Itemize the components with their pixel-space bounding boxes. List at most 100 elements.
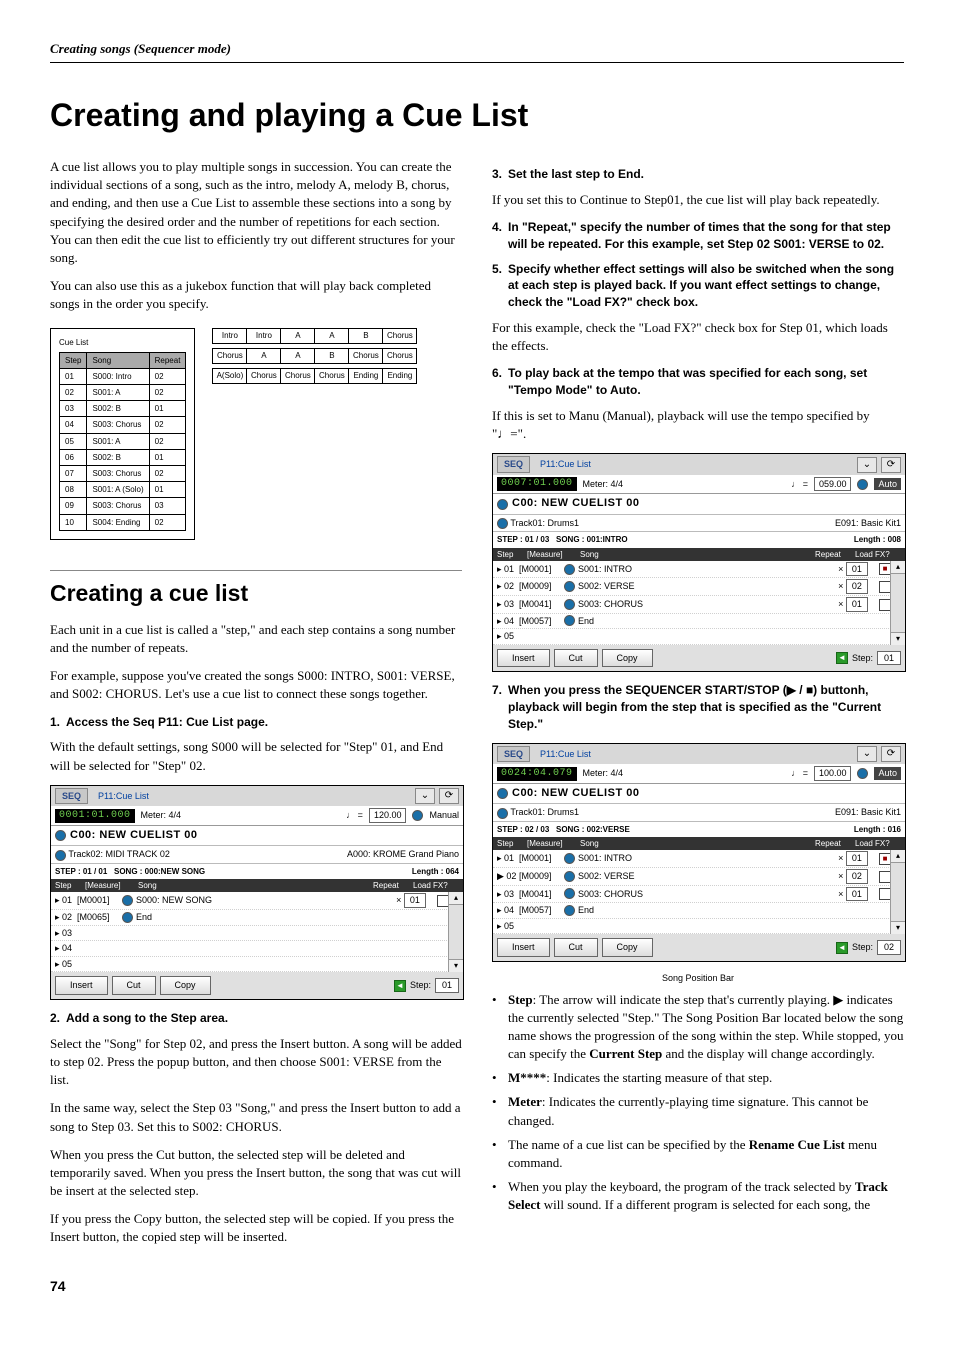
step-list[interactable]: ▸ 01[M0001]S000: NEW SONG× 01▸ 02[M0065]… [51, 892, 463, 972]
popup-icon[interactable] [497, 788, 508, 799]
menu-icon[interactable]: ⟳ [881, 746, 901, 762]
step-row[interactable]: ▸ 03[M0041]S003: CHORUS× 01 [493, 886, 905, 904]
step-row[interactable]: ▸ 02[M0009]S002: VERSE× 02 [493, 578, 905, 596]
popup-icon[interactable] [55, 830, 66, 841]
track-select[interactable]: Track02: MIDI TRACK 02 [68, 849, 170, 859]
step-2: 2.Add a song to the Step area. [50, 1010, 462, 1027]
cut-button[interactable]: Cut [554, 938, 598, 957]
left-arrow-icon[interactable]: ◄ [836, 652, 848, 664]
position-counter: 0007:01.000 [497, 477, 577, 491]
insert-button[interactable]: Insert [497, 938, 550, 957]
screen-title: P11:Cue List [92, 789, 155, 804]
step-list[interactable]: ▸ 01[M0001]S001: INTRO× 01▶ 02[M0009]S00… [493, 850, 905, 934]
step-list[interactable]: ▸ 01[M0001]S001: INTRO× 01▸ 02[M0009]S00… [493, 561, 905, 645]
insert-button[interactable]: Insert [497, 649, 550, 668]
meter-label: Meter: 4/4 [583, 767, 624, 780]
seq-mode-button[interactable]: SEQ [55, 788, 88, 805]
program-name: E091: Basic Kit1 [835, 806, 901, 819]
tempo-note-icon: ♩ = [791, 767, 808, 780]
popup-icon[interactable] [122, 912, 133, 923]
popup-icon[interactable] [564, 615, 575, 626]
step-row[interactable]: ▸ 04 [51, 941, 463, 957]
step-row[interactable]: ▸ 01[M0001]S001: INTRO× 01 [493, 561, 905, 579]
header-running: Creating songs (Sequencer mode) [50, 40, 904, 63]
scrollbar[interactable]: ▴▾ [890, 850, 905, 934]
step-row[interactable]: ▸ 05 [493, 919, 905, 935]
popup-icon[interactable] [857, 768, 868, 779]
left-arrow-icon[interactable]: ◄ [394, 980, 406, 992]
bullet-track-select: •When you play the keyboard, the program… [492, 1178, 904, 1214]
menu-icon[interactable]: ⟳ [439, 788, 459, 804]
popup-icon[interactable] [564, 871, 575, 882]
left-arrow-icon[interactable]: ◄ [836, 942, 848, 954]
program-name: E091: Basic Kit1 [835, 517, 901, 530]
chevron-down-icon[interactable]: ⌄ [415, 788, 435, 804]
tempo-field[interactable]: 100.00 [814, 766, 852, 781]
tempo-field[interactable]: 120.00 [369, 808, 407, 823]
popup-icon[interactable] [564, 853, 575, 864]
step-list-header: Step [Measure] Song Repeat Load FX? [51, 879, 463, 892]
copy-button[interactable]: Copy [602, 649, 653, 668]
seq-mode-button[interactable]: SEQ [497, 746, 530, 763]
step-row[interactable]: ▸ 04[M0057]End [493, 614, 905, 630]
page-number: 74 [50, 1277, 904, 1297]
body-text: In the same way, select the Step 03 "Son… [50, 1099, 462, 1135]
step-row[interactable]: ▸ 02[M0065]End [51, 910, 463, 926]
popup-icon[interactable] [564, 599, 575, 610]
popup-icon[interactable] [412, 810, 423, 821]
popup-icon[interactable] [564, 564, 575, 575]
body-text: If this is set to Manu (Manual), playbac… [492, 407, 904, 443]
popup-icon[interactable] [857, 479, 868, 490]
current-step-field[interactable]: 02 [877, 940, 901, 955]
intro-text: You can also use this as a jukebox funct… [50, 277, 462, 313]
body-text: For example, suppose you've created the … [50, 667, 462, 703]
popup-icon[interactable] [564, 905, 575, 916]
popup-icon[interactable] [564, 581, 575, 592]
step-row[interactable]: ▶ 02[M0009]S002: VERSE× 02 [493, 868, 905, 886]
popup-icon[interactable] [497, 499, 508, 510]
position-counter: 0001:01.000 [55, 809, 135, 823]
step-4: 4.In "Repeat," specify the number of tim… [492, 219, 904, 253]
page-title: Creating and playing a Cue List [50, 93, 904, 138]
screenshot-cuelist-auto: SEQ P11:Cue List ⌄ ⟳ 0007:01.000 Meter: … [492, 453, 906, 672]
popup-icon[interactable] [55, 850, 66, 861]
insert-button[interactable]: Insert [55, 976, 108, 995]
bullet-meter: •Meter: Indicates the currently-playing … [492, 1093, 904, 1129]
step-list-header: Step [Measure] Song Repeat Load FX? [493, 548, 905, 561]
step-label: Step: [852, 652, 873, 665]
copy-button[interactable]: Copy [160, 976, 211, 995]
current-step-field[interactable]: 01 [877, 651, 901, 666]
step-row[interactable]: ▸ 05 [51, 957, 463, 973]
step-row[interactable]: ▸ 05 [493, 629, 905, 645]
scrollbar[interactable]: ▴▾ [448, 892, 463, 972]
step-row[interactable]: ▸ 03[M0041]S003: CHORUS× 01 [493, 596, 905, 614]
tempo-field[interactable]: 059.00 [814, 477, 852, 492]
step-row[interactable]: ▸ 01[M0001]S001: INTRO× 01 [493, 850, 905, 868]
seq-mode-button[interactable]: SEQ [497, 456, 530, 473]
popup-icon[interactable] [497, 518, 508, 529]
body-text: Select the "Song" for Step 02, and press… [50, 1035, 462, 1090]
cut-button[interactable]: Cut [554, 649, 598, 668]
cuelist-name: C00: NEW CUELIST 00 [512, 496, 639, 511]
chevron-down-icon[interactable]: ⌄ [857, 457, 877, 473]
screenshot-cuelist-playing: SEQ P11:Cue List ⌄ ⟳ 0024:04.079 Meter: … [492, 743, 906, 962]
step-row[interactable]: ▸ 04[M0057]End [493, 903, 905, 919]
step-row[interactable]: ▸ 03 [51, 926, 463, 942]
screen-title: P11:Cue List [534, 457, 597, 472]
popup-icon[interactable] [564, 888, 575, 899]
chevron-down-icon[interactable]: ⌄ [857, 746, 877, 762]
cut-button[interactable]: Cut [112, 976, 156, 995]
step-label: Step: [852, 941, 873, 954]
screenshot-cuelist-default: SEQ P11:Cue List ⌄ ⟳ 0001:01.000 Meter: … [50, 785, 464, 1000]
copy-button[interactable]: Copy [602, 938, 653, 957]
scrollbar[interactable]: ▴▾ [890, 561, 905, 645]
step-row[interactable]: ▸ 01[M0001]S000: NEW SONG× 01 [51, 892, 463, 910]
bullet-step: •Step: The arrow will indicate the step … [492, 991, 904, 1064]
track-select[interactable]: Track01: Drums1 [510, 518, 579, 528]
step-3: 3.Set the last step to End. [492, 166, 904, 183]
track-select[interactable]: Track01: Drums1 [510, 807, 579, 817]
popup-icon[interactable] [122, 895, 133, 906]
current-step-field[interactable]: 01 [435, 978, 459, 993]
menu-icon[interactable]: ⟳ [881, 457, 901, 473]
popup-icon[interactable] [497, 808, 508, 819]
